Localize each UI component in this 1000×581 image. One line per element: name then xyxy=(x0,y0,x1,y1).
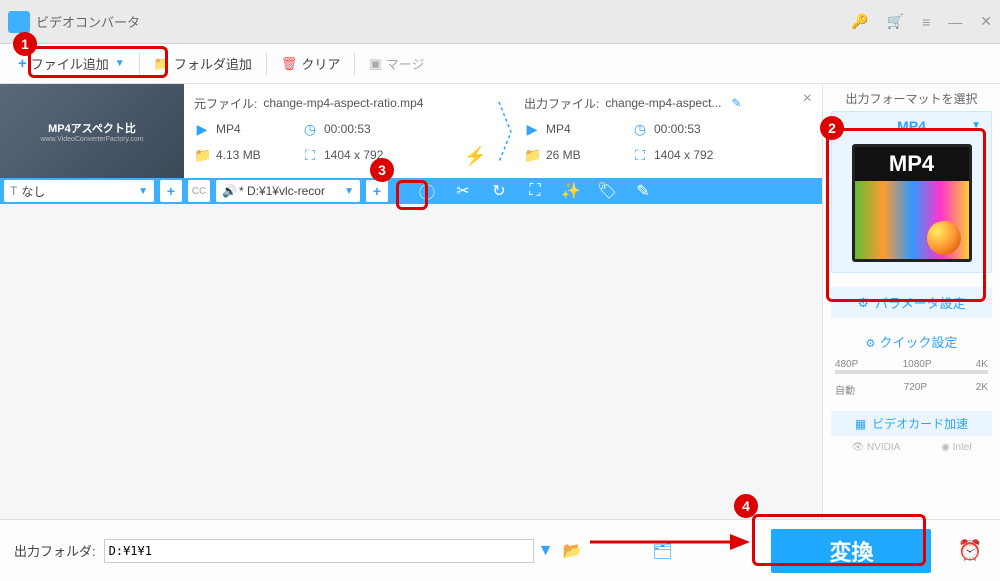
output-folder-input[interactable] xyxy=(104,539,534,563)
output-duration: 00:00:53 xyxy=(654,122,701,136)
effects-icon[interactable]: ✨ xyxy=(556,180,586,202)
clock-icon: ◷ xyxy=(632,121,648,138)
res-480p: 480P xyxy=(835,359,858,370)
clear-button[interactable]: 🗑 クリア xyxy=(271,50,351,77)
file-item: MP4アスペクト比 www.VideoConverterFactory.com … xyxy=(0,84,822,204)
output-file-name: change-mp4-aspect... xyxy=(605,96,721,110)
sliders-icon: ⚙ xyxy=(857,295,869,311)
param-label: パラメータ設定 xyxy=(875,293,966,312)
res-auto: 自動 xyxy=(835,382,855,397)
parameter-settings-button[interactable]: ⚙ パラメータ設定 xyxy=(831,287,992,318)
subtitle-value: なし xyxy=(21,183,136,200)
output-format: MP4 xyxy=(546,122,626,136)
cc-label: CC xyxy=(192,186,206,197)
format-label: MP4 xyxy=(897,118,926,134)
thumbnail[interactable]: MP4アスペクト比 www.VideoConverterFactory.com xyxy=(0,84,184,178)
speaker-icon: 🔊 xyxy=(222,184,237,198)
trash-icon: 🗑 xyxy=(281,56,298,72)
window-title: ビデオコンバータ xyxy=(36,12,851,31)
rotate-icon[interactable]: ↻ xyxy=(484,180,514,202)
add-folder-label: フォルダ追加 xyxy=(174,54,252,73)
source-dims: 1404 x 792 xyxy=(324,148,383,162)
remove-item-button[interactable]: × xyxy=(803,90,812,108)
bolt-icon: ⚡ xyxy=(464,146,486,167)
cut-icon[interactable]: ✂ xyxy=(448,180,478,202)
quick-settings-title: クイック設定 xyxy=(831,332,992,351)
source-file-label: 元ファイル: xyxy=(194,95,257,112)
play-icon: ▶ xyxy=(524,121,540,138)
close-button[interactable]: ✕ xyxy=(980,13,992,30)
add-file-button[interactable]: + ファイル追加 ▼ xyxy=(8,50,135,77)
intel-label: ◉ Intel xyxy=(941,442,971,453)
play-icon: ▶ xyxy=(194,121,210,138)
merge-icon: ▣ xyxy=(369,56,381,72)
output-dims: 1404 x 792 xyxy=(654,148,713,162)
crop-icon[interactable]: ⛶ xyxy=(520,180,550,202)
output-format-title: 出力フォーマットを選択 xyxy=(831,90,992,107)
subtitle-dropdown[interactable]: T なし ▼ xyxy=(4,180,154,202)
add-subtitle-button[interactable]: + xyxy=(160,180,182,202)
output-folder-label: 出力フォルダ: xyxy=(14,541,96,560)
text-icon: T xyxy=(10,184,17,198)
edit-icon[interactable]: ✎ xyxy=(731,96,741,110)
cc-button[interactable]: CC xyxy=(188,180,210,202)
format-preview-image: MP4 xyxy=(852,144,972,262)
minimize-button[interactable]: — xyxy=(948,14,962,30)
source-size: 4.13 MB xyxy=(216,148,296,162)
menu-icon[interactable]: ≡ xyxy=(922,14,930,30)
merge-button[interactable]: ▣ マージ xyxy=(359,50,434,77)
cart-icon[interactable]: 🛒 xyxy=(887,13,904,30)
key-icon[interactable]: 🔑 xyxy=(851,13,868,30)
output-size: 26 MB xyxy=(546,148,626,162)
folder-icon: 📁 xyxy=(194,147,210,164)
convert-button[interactable]: 変換 xyxy=(771,529,931,573)
alarm-icon[interactable]: ⏰ xyxy=(957,538,982,563)
chip-icon: ▦ xyxy=(855,417,866,431)
watermark-icon[interactable]: 🏷 xyxy=(592,180,622,202)
nvidia-label: 👁 NVIDIA xyxy=(851,442,900,453)
audio-dropdown[interactable]: 🔊 * D:¥1¥vlc-recor ▼ xyxy=(216,180,360,202)
merge-label: マージ xyxy=(386,54,425,73)
plus-icon: + xyxy=(18,55,27,72)
chevron-down-icon: ▼ xyxy=(138,186,148,197)
chevron-down-icon[interactable]: ▼ xyxy=(538,542,554,560)
format-img-label: MP4 xyxy=(855,147,969,181)
add-folder-button[interactable]: 📁 フォルダ追加 xyxy=(144,50,262,77)
thumb-subtitle: www.VideoConverterFactory.com xyxy=(40,136,143,143)
clock-icon: ◷ xyxy=(302,121,318,138)
app-icon xyxy=(8,11,30,33)
folder-icon: 📁 xyxy=(154,56,170,72)
dimensions-icon: ⛶ xyxy=(632,147,648,164)
gpu-label: ビデオカード加速 xyxy=(872,415,968,432)
res-1080p: 1080P xyxy=(903,359,932,370)
source-duration: 00:00:53 xyxy=(324,122,371,136)
chevron-down-icon: ▼ xyxy=(344,186,354,197)
output-file-label: 出力ファイル: xyxy=(524,95,599,112)
source-format: MP4 xyxy=(216,122,296,136)
add-audio-button[interactable]: + xyxy=(366,180,388,202)
clear-label: クリア xyxy=(301,54,340,73)
open-folder-icon[interactable]: 📂 xyxy=(561,541,583,561)
edit-icon[interactable]: ✎ xyxy=(628,180,658,202)
gpu-accel-button[interactable]: ▦ ビデオカード加速 xyxy=(831,411,992,436)
audio-value: * D:¥1¥vlc-recor xyxy=(239,184,342,198)
browse-folder-icon[interactable]: 🗂 xyxy=(651,541,673,561)
dimensions-icon: ⛶ xyxy=(302,147,318,164)
add-file-label: ファイル追加 xyxy=(31,54,109,73)
chevron-down-icon: ▼ xyxy=(971,120,981,131)
format-selector[interactable]: MP4 ▼ MP4 xyxy=(831,111,992,273)
res-720p: 720P xyxy=(904,382,927,397)
thumb-title: MP4アスペクト比 xyxy=(48,120,136,136)
source-file-name: change-mp4-aspect-ratio.mp4 xyxy=(263,96,423,110)
info-icon[interactable]: ⓘ xyxy=(412,180,442,202)
res-4k: 4K xyxy=(976,359,988,370)
resolution-slider[interactable] xyxy=(835,370,988,374)
folder-icon: 📁 xyxy=(524,147,540,164)
chevron-down-icon[interactable]: ▼ xyxy=(115,58,125,69)
res-2k: 2K xyxy=(976,382,988,397)
